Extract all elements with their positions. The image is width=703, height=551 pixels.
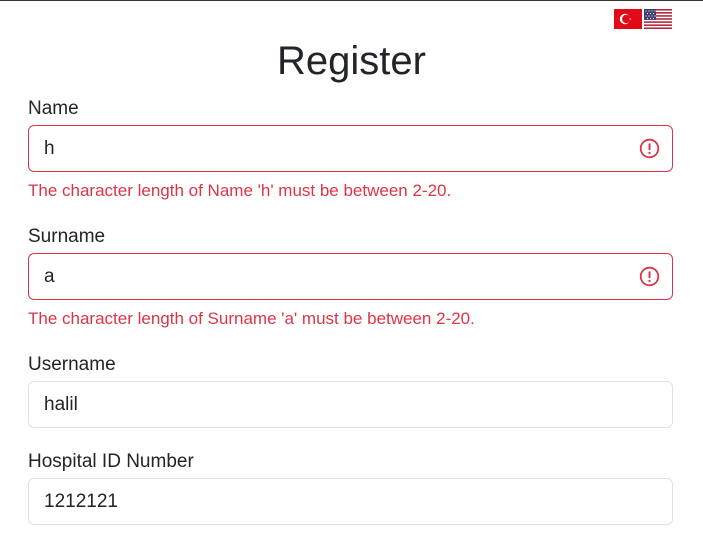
page-title: Register: [277, 39, 426, 83]
name-field-group: Name The character length of Name 'h' mu…: [28, 97, 673, 202]
name-error-message: The character length of Name 'h' must be…: [28, 181, 452, 200]
error-icon: [639, 138, 660, 159]
surname-field-group: Surname The character length of Surname …: [28, 225, 673, 330]
username-label: Username: [28, 354, 116, 375]
us-flag-icon[interactable]: [644, 9, 672, 29]
hospital-id-field-group: Hospital ID Number: [28, 450, 673, 525]
register-page: Register Name The character length of Na…: [0, 0, 703, 551]
surname-input-wrapper: [28, 253, 673, 300]
error-icon: [639, 266, 660, 287]
hospital-id-label: Hospital ID Number: [28, 451, 194, 472]
surname-input[interactable]: [28, 253, 673, 300]
surname-label: Surname: [28, 226, 106, 247]
surname-error-message: The character length of Surname 'a' must…: [28, 309, 475, 328]
name-label: Name: [28, 98, 79, 119]
hospital-id-input-wrapper: [28, 478, 673, 525]
name-input-wrapper: [28, 125, 673, 172]
turkish-flag-icon[interactable]: [614, 9, 642, 29]
username-input[interactable]: [28, 381, 673, 428]
username-field-group: Username: [28, 353, 673, 428]
username-input-wrapper: [28, 381, 673, 428]
language-switcher: [614, 9, 672, 29]
name-input[interactable]: [28, 125, 673, 172]
hospital-id-input[interactable]: [28, 478, 673, 525]
